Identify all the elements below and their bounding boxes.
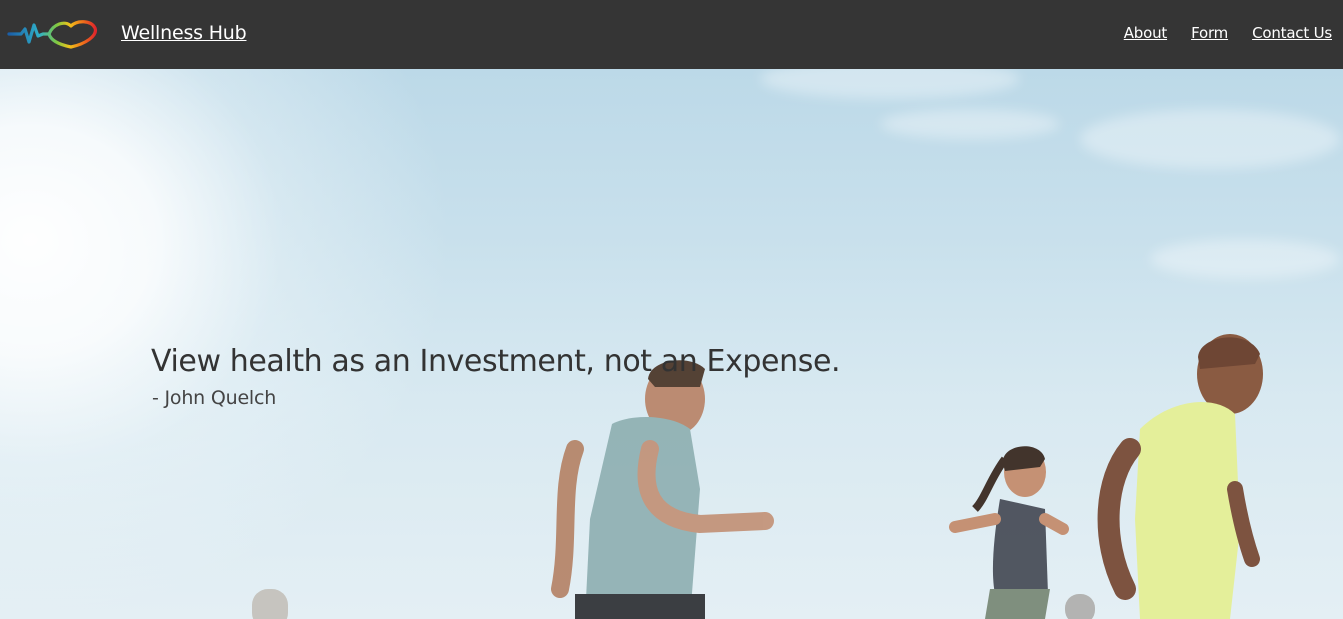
nav-link-form[interactable]: Form — [1191, 24, 1228, 42]
nav-links: About Form Contact Us — [1124, 24, 1332, 42]
nav-link-contact-us[interactable]: Contact Us — [1252, 24, 1332, 42]
brand-link[interactable]: Wellness Hub — [121, 22, 247, 44]
nav-link-about[interactable]: About — [1124, 24, 1168, 42]
navbar: Wellness Hub About Form Contact Us — [0, 0, 1343, 69]
quote-author: - John Quelch — [152, 387, 277, 409]
hero-section: View health as an Investment, not an Exp… — [0, 69, 1343, 619]
heartbeat-heart-logo-icon[interactable] — [7, 17, 99, 51]
hero-quote: View health as an Investment, not an Exp… — [151, 344, 841, 379]
